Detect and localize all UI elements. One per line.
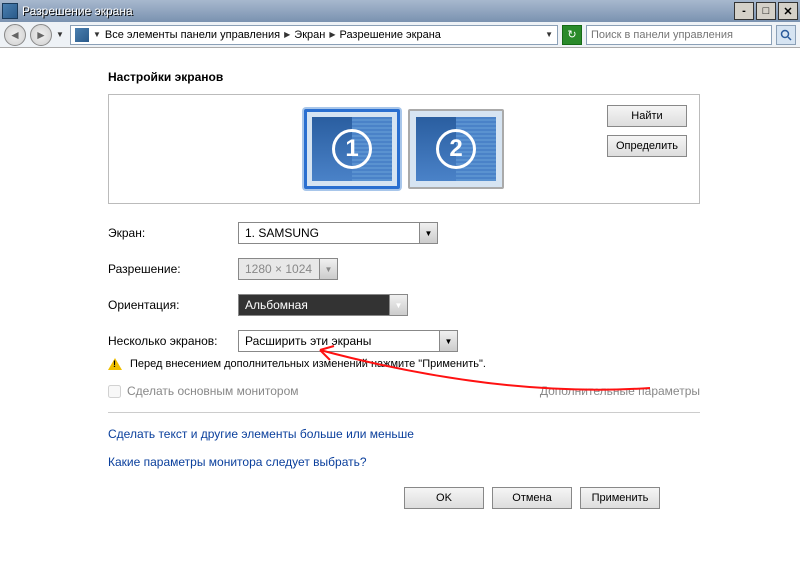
history-dropdown[interactable]: ▼	[56, 30, 66, 39]
warning-row: Перед внесением дополнительных изменений…	[108, 358, 700, 370]
primary-monitor-label: Сделать основным монитором	[127, 384, 540, 398]
resolution-label: Разрешение:	[108, 262, 238, 276]
screen-combo[interactable]: 1. SAMSUNG ▼	[238, 222, 438, 244]
text-size-link[interactable]: Сделать текст и другие элементы больше и…	[108, 427, 700, 441]
multiple-displays-combo[interactable]: Расширить эти экраны ▼	[238, 330, 458, 352]
divider	[108, 412, 700, 413]
chevron-down-icon: ▼	[319, 259, 337, 279]
breadcrumb-leaf[interactable]: Разрешение экрана	[339, 29, 440, 41]
monitor-1[interactable]: 1	[304, 109, 400, 189]
multiple-displays-label: Несколько экранов:	[108, 334, 238, 348]
screen-label: Экран:	[108, 226, 238, 240]
chevron-icon: ▼	[93, 30, 101, 39]
window-title: Разрешение экрана	[22, 4, 734, 18]
orientation-label: Ориентация:	[108, 298, 238, 312]
warning-text: Перед внесением дополнительных изменений…	[130, 358, 486, 370]
apply-button[interactable]: Применить	[580, 487, 660, 509]
search-input[interactable]	[591, 29, 767, 41]
title-bar: Разрешение экрана - □ ✕	[0, 0, 800, 22]
close-button[interactable]: ✕	[778, 2, 798, 20]
ok-button[interactable]: OK	[404, 487, 484, 509]
primary-monitor-checkbox	[108, 385, 121, 398]
monitor-2[interactable]: 2	[408, 109, 504, 189]
chevron-down-icon: ▼	[419, 223, 437, 243]
detect-button[interactable]: Найти	[607, 105, 687, 127]
toolbar: ◄ ► ▼ ▼ Все элементы панели управления ▶…	[0, 22, 800, 48]
maximize-button[interactable]: □	[756, 2, 776, 20]
search-box[interactable]	[586, 25, 772, 45]
warning-icon	[108, 358, 122, 370]
breadcrumb-mid[interactable]: Экран	[294, 29, 325, 41]
display-arrangement-panel: 1 2 Найти Определить	[108, 94, 700, 204]
identify-button[interactable]: Определить	[607, 135, 687, 157]
breadcrumb-root[interactable]: Все элементы панели управления	[105, 29, 280, 41]
search-icon	[780, 29, 792, 41]
app-icon	[2, 3, 18, 19]
back-button[interactable]: ◄	[4, 24, 26, 46]
page-title: Настройки экранов	[108, 70, 700, 84]
refresh-button[interactable]: ↻	[562, 25, 582, 45]
minimize-button[interactable]: -	[734, 2, 754, 20]
control-panel-icon	[75, 28, 89, 42]
chevron-down-icon: ▼	[439, 331, 457, 351]
resolution-combo[interactable]: 1280 × 1024 ▼	[238, 258, 338, 280]
which-monitor-link[interactable]: Какие параметры монитора следует выбрать…	[108, 455, 700, 469]
cancel-button[interactable]: Отмена	[492, 487, 572, 509]
chevron-down-icon: ▼	[389, 295, 407, 315]
advanced-settings-link[interactable]: Дополнительные параметры	[540, 384, 700, 398]
forward-button[interactable]: ►	[30, 24, 52, 46]
address-bar[interactable]: ▼ Все элементы панели управления ▶ Экран…	[70, 25, 558, 45]
search-button[interactable]	[776, 25, 796, 45]
orientation-combo[interactable]: Альбомная ▼	[238, 294, 408, 316]
